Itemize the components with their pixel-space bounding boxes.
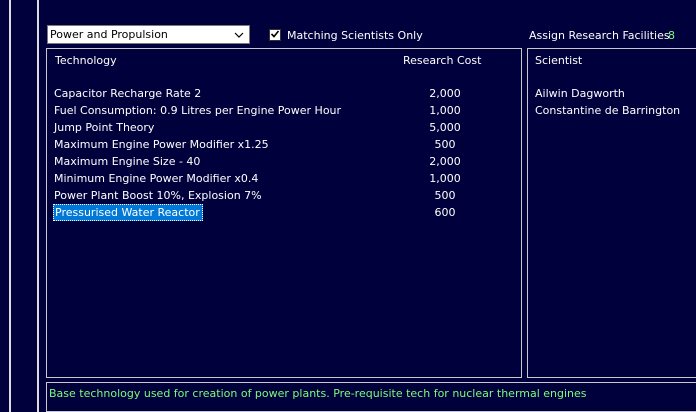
research-cost: 600 [434,206,456,219]
technology-list[interactable]: Technology Research Cost Capacitor Recha… [46,48,522,378]
research-cost: 2,000 [429,87,461,100]
table-row[interactable]: Capacitor Recharge Rate 2 2,000 [53,85,515,102]
table-row[interactable]: Jump Point Theory 5,000 [53,119,515,136]
matching-scientists-label[interactable]: Matching Scientists Only [287,29,423,42]
research-cost: 2,000 [429,155,461,168]
research-cost: 1,000 [429,172,461,185]
chevron-down-icon[interactable] [232,26,246,43]
category-dropdown-value: Power and Propulsion [50,28,168,41]
checkmark-icon [270,29,280,42]
technology-name: Minimum Engine Power Modifier x0.4 [54,172,259,185]
assign-facilities-count: 8 [668,29,675,42]
research-cost: 500 [434,138,456,151]
research-cost: 500 [434,189,456,202]
table-row[interactable]: Power Plant Boost 10%, Explosion 7% 500 [53,187,515,204]
table-row[interactable]: Maximum Engine Size - 40 2,000 [53,153,515,170]
assign-facilities-label: Assign Research Facilities [529,29,670,42]
matching-scientists-checkbox[interactable] [269,29,281,41]
technology-name: Fuel Consumption: 0.9 Litres per Engine … [54,104,342,117]
list-item[interactable]: Constantine de Barrington [535,104,680,117]
table-row[interactable]: Maximum Engine Power Modifier x1.25 500 [53,136,515,153]
research-cost: 5,000 [429,121,461,134]
technology-name: Maximum Engine Power Modifier x1.25 [54,138,269,151]
table-row-selected[interactable]: Pressurised Water Reactor 600 [53,204,515,221]
research-cost-column-header[interactable]: Research Cost [403,54,481,67]
technology-description: Base technology used for creation of pow… [49,387,587,400]
category-dropdown[interactable]: Power and Propulsion [47,25,250,44]
technology-column-header[interactable]: Technology [55,54,117,67]
research-cost: 1,000 [429,104,461,117]
technology-name: Jump Point Theory [54,121,155,134]
table-row[interactable]: Minimum Engine Power Modifier x0.4 1,000 [53,170,515,187]
technology-name: Capacitor Recharge Rate 2 [54,87,202,100]
technology-name: Pressurised Water Reactor [53,204,203,221]
scientist-column-header[interactable]: Scientist [535,54,582,67]
scientist-list[interactable]: Scientist Ailwin Dagworth Constantine de… [527,48,696,378]
list-item[interactable]: Ailwin Dagworth [535,87,625,100]
technology-name: Maximum Engine Size - 40 [54,155,201,168]
description-panel: Base technology used for creation of pow… [46,382,696,412]
table-row[interactable]: Fuel Consumption: 0.9 Litres per Engine … [53,102,515,119]
left-divider-2 [37,0,39,412]
technology-name: Power Plant Boost 10%, Explosion 7% [54,189,262,202]
left-divider [9,0,11,412]
